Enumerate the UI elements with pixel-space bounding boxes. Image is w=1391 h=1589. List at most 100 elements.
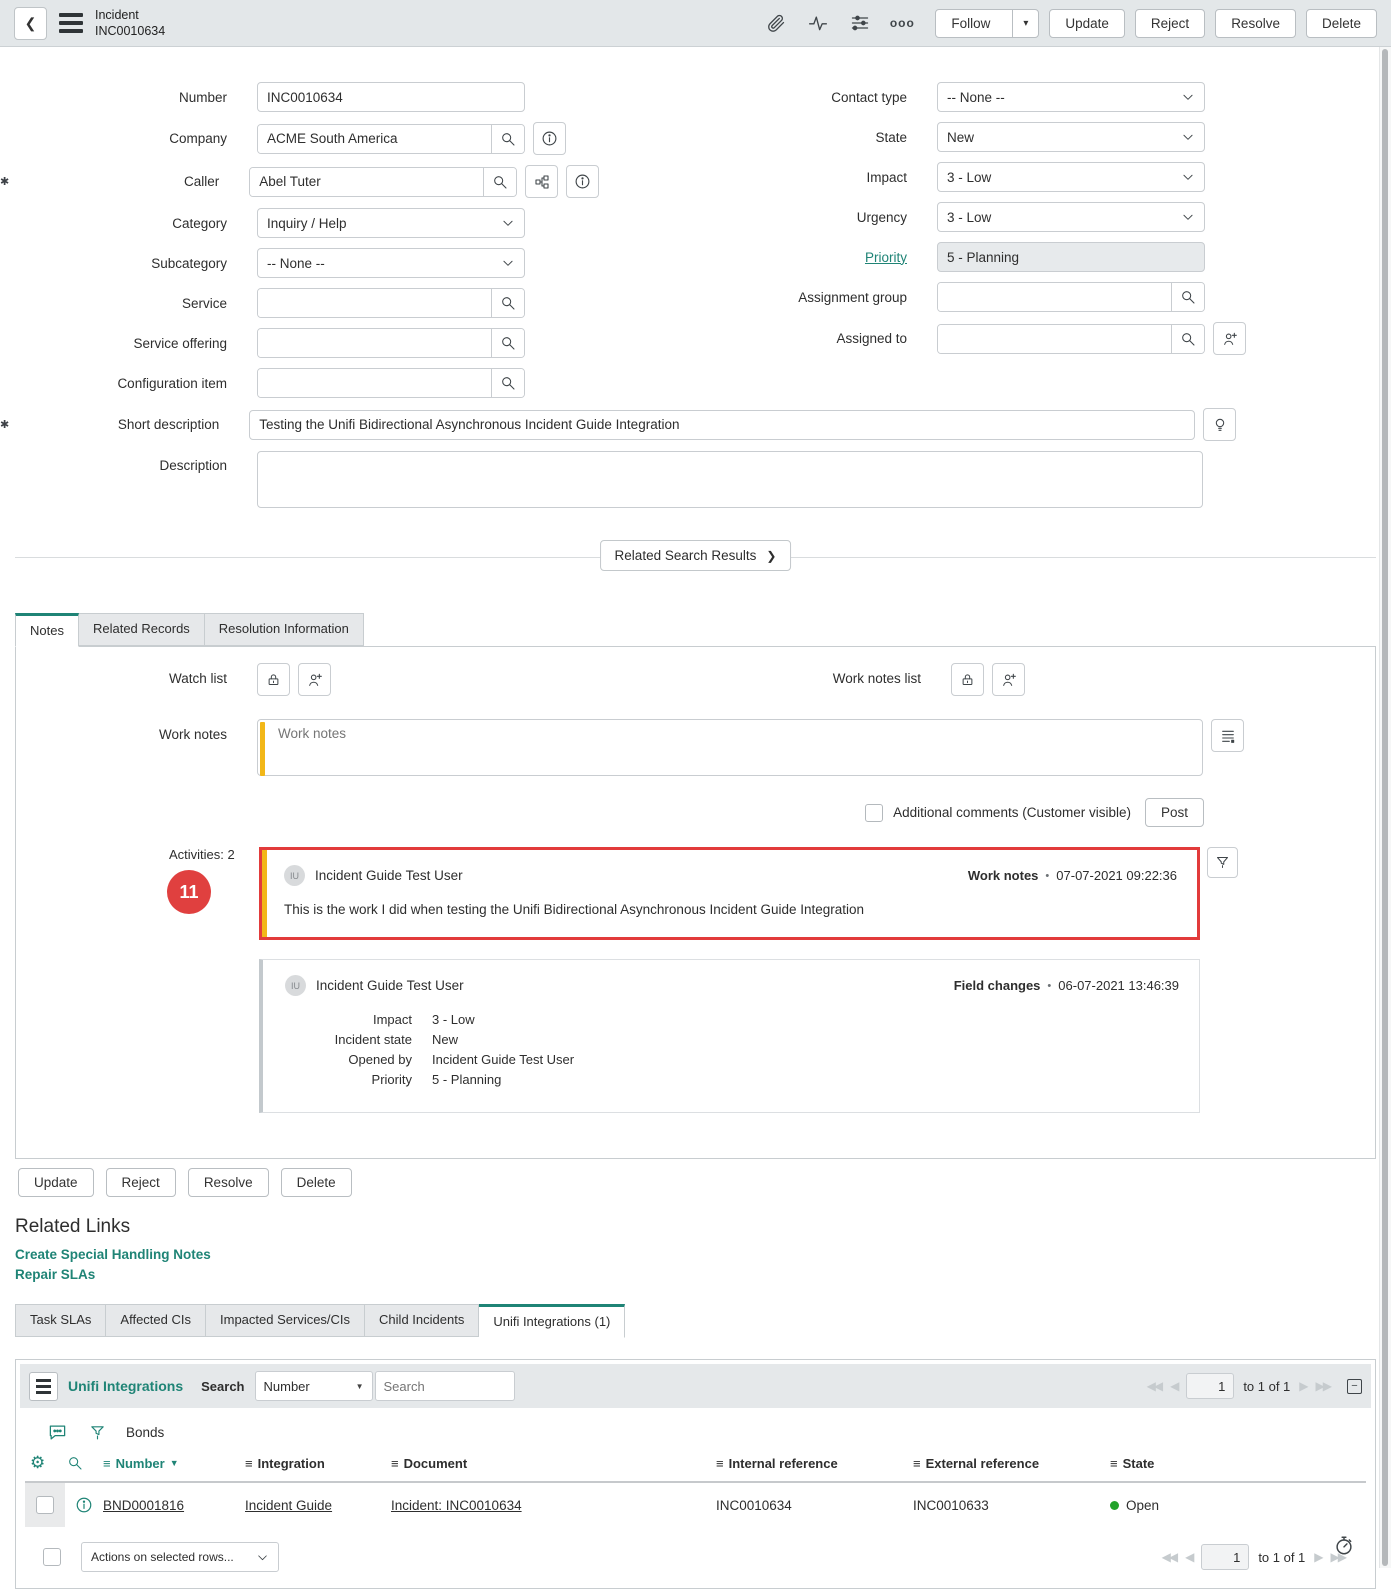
first-page-icon[interactable]: ◀◀ bbox=[1162, 1550, 1176, 1564]
suggestion-lightbulb-icon[interactable] bbox=[1203, 408, 1236, 441]
column-menu-icon[interactable]: ≡ bbox=[391, 1456, 399, 1471]
work-notes-list-lock-icon[interactable] bbox=[951, 663, 984, 696]
company-preview-button[interactable] bbox=[533, 122, 566, 155]
follow-dropdown-button[interactable]: ▾ bbox=[1012, 9, 1039, 38]
scrollbar-thumb[interactable] bbox=[1382, 49, 1388, 1566]
follow-button[interactable]: Follow bbox=[935, 9, 1013, 38]
assigned-to-search-icon[interactable] bbox=[1171, 325, 1204, 353]
caller-search-icon[interactable] bbox=[483, 168, 516, 196]
caller-field[interactable] bbox=[250, 168, 483, 196]
related-search-results-button[interactable]: Related Search Results ❯ bbox=[600, 540, 792, 571]
tab-child-incidents[interactable]: Child Incidents bbox=[365, 1304, 479, 1337]
prev-page-icon[interactable]: ◀ bbox=[1185, 1550, 1192, 1564]
watch-list-add-person-icon[interactable] bbox=[298, 663, 331, 696]
list-context-menu-icon[interactable] bbox=[29, 1372, 58, 1401]
assignment-group-field[interactable] bbox=[938, 283, 1171, 311]
search-field-select[interactable]: Number ▼ bbox=[255, 1371, 373, 1401]
number-field[interactable] bbox=[257, 82, 525, 112]
column-menu-icon[interactable]: ≡ bbox=[913, 1456, 921, 1471]
row-preview-icon[interactable] bbox=[65, 1496, 103, 1514]
tab-unifi-integrations[interactable]: Unifi Integrations (1) bbox=[479, 1304, 625, 1338]
work-notes-list-add-person-icon[interactable] bbox=[992, 663, 1025, 696]
column-menu-icon[interactable]: ≡ bbox=[1110, 1456, 1118, 1471]
column-header-number[interactable]: ≡ Number ▼ bbox=[103, 1456, 245, 1471]
first-page-icon[interactable]: ◀◀ bbox=[1147, 1379, 1161, 1393]
row-integration-link[interactable]: Incident Guide bbox=[245, 1498, 332, 1513]
page-number-input[interactable] bbox=[1201, 1544, 1249, 1570]
activity-stream-icon[interactable] bbox=[807, 12, 829, 34]
column-header-internal-reference[interactable]: ≡ Internal reference bbox=[716, 1456, 913, 1471]
list-search-input[interactable] bbox=[375, 1371, 515, 1401]
service-search-icon[interactable] bbox=[491, 289, 524, 317]
row-checkbox[interactable] bbox=[36, 1496, 54, 1514]
watch-list-lock-icon[interactable] bbox=[257, 663, 290, 696]
select-all-checkbox[interactable] bbox=[43, 1548, 61, 1566]
service-offering-field[interactable] bbox=[258, 329, 491, 357]
priority-label-link[interactable]: Priority bbox=[700, 250, 907, 265]
service-offering-search-icon[interactable] bbox=[491, 329, 524, 357]
activity-filter-icon[interactable] bbox=[1207, 847, 1238, 878]
column-header-integration[interactable]: ≡ Integration bbox=[245, 1456, 391, 1471]
vertical-scrollbar[interactable] bbox=[1379, 47, 1391, 1568]
delete-button[interactable]: Delete bbox=[1306, 9, 1377, 38]
post-button[interactable]: Post bbox=[1145, 798, 1204, 827]
next-page-icon[interactable]: ▶ bbox=[1314, 1550, 1321, 1564]
contact-type-select[interactable]: -- None -- bbox=[937, 82, 1205, 112]
work-notes-input[interactable] bbox=[257, 719, 1203, 776]
update-button-bottom[interactable]: Update bbox=[18, 1168, 94, 1197]
assigned-to-field[interactable] bbox=[938, 325, 1171, 353]
delete-button-bottom[interactable]: Delete bbox=[281, 1168, 352, 1197]
tab-task-slas[interactable]: Task SLAs bbox=[15, 1304, 106, 1337]
list-filter-icon[interactable] bbox=[89, 1424, 106, 1441]
collapse-list-icon[interactable]: − bbox=[1347, 1379, 1362, 1394]
list-personalize-gear-icon[interactable]: ⚙ bbox=[25, 1453, 65, 1473]
urgency-select[interactable]: 3 - Low bbox=[937, 202, 1205, 232]
resolve-button[interactable]: Resolve bbox=[1215, 9, 1296, 38]
column-menu-icon[interactable]: ≡ bbox=[103, 1456, 111, 1471]
configuration-item-field[interactable] bbox=[258, 369, 491, 397]
reject-button-bottom[interactable]: Reject bbox=[106, 1168, 176, 1197]
service-field[interactable] bbox=[258, 289, 491, 317]
category-select[interactable]: Inquiry / Help bbox=[257, 208, 525, 238]
last-page-icon[interactable]: ▶▶ bbox=[1316, 1379, 1330, 1393]
page-number-input[interactable] bbox=[1186, 1373, 1234, 1399]
row-number-link[interactable]: BND0001816 bbox=[103, 1498, 184, 1513]
company-search-icon[interactable] bbox=[491, 125, 524, 153]
tab-affected-cis[interactable]: Affected CIs bbox=[106, 1304, 206, 1337]
back-button[interactable]: ❮ bbox=[14, 7, 47, 40]
list-chat-icon[interactable] bbox=[48, 1423, 67, 1442]
attachment-icon[interactable] bbox=[765, 12, 787, 34]
list-title[interactable]: Unifi Integrations bbox=[68, 1378, 183, 1394]
description-field[interactable] bbox=[257, 451, 1203, 508]
related-link-create-special-handling-notes[interactable]: Create Special Handling Notes bbox=[15, 1247, 211, 1262]
tab-impacted-services-cis[interactable]: Impacted Services/CIs bbox=[206, 1304, 365, 1337]
column-header-external-reference[interactable]: ≡ External reference bbox=[913, 1456, 1110, 1471]
tab-related-records[interactable]: Related Records bbox=[79, 613, 205, 646]
subcategory-select[interactable]: -- None -- bbox=[257, 248, 525, 278]
short-description-field[interactable] bbox=[249, 410, 1195, 440]
row-document-link[interactable]: Incident: INC0010634 bbox=[391, 1498, 522, 1513]
resolve-button-bottom[interactable]: Resolve bbox=[188, 1168, 269, 1197]
company-field[interactable] bbox=[258, 125, 491, 153]
column-menu-icon[interactable]: ≡ bbox=[716, 1456, 724, 1471]
prev-page-icon[interactable]: ◀ bbox=[1170, 1379, 1177, 1393]
related-link-repair-slas[interactable]: Repair SLAs bbox=[15, 1267, 95, 1282]
personalize-form-icon[interactable] bbox=[849, 12, 871, 34]
more-options-icon[interactable]: ooo bbox=[891, 12, 913, 34]
tab-notes[interactable]: Notes bbox=[15, 613, 79, 647]
assignment-group-search-icon[interactable] bbox=[1171, 283, 1204, 311]
activity-stream-toggle-icon[interactable] bbox=[1211, 719, 1244, 752]
caller-hierarchy-icon[interactable] bbox=[525, 165, 558, 198]
configuration-item-search-icon[interactable] bbox=[491, 369, 524, 397]
update-button[interactable]: Update bbox=[1049, 9, 1125, 38]
response-time-stopwatch-icon[interactable] bbox=[1333, 1534, 1355, 1559]
caller-preview-button[interactable] bbox=[566, 165, 599, 198]
context-menu-icon[interactable] bbox=[59, 13, 83, 33]
column-header-state[interactable]: ≡ State bbox=[1110, 1456, 1366, 1471]
column-menu-icon[interactable]: ≡ bbox=[245, 1456, 253, 1471]
reject-button[interactable]: Reject bbox=[1135, 9, 1205, 38]
column-search-icon[interactable] bbox=[65, 1455, 103, 1471]
column-header-document[interactable]: ≡ Document bbox=[391, 1456, 716, 1471]
next-page-icon[interactable]: ▶ bbox=[1299, 1379, 1306, 1393]
state-select[interactable]: New bbox=[937, 122, 1205, 152]
